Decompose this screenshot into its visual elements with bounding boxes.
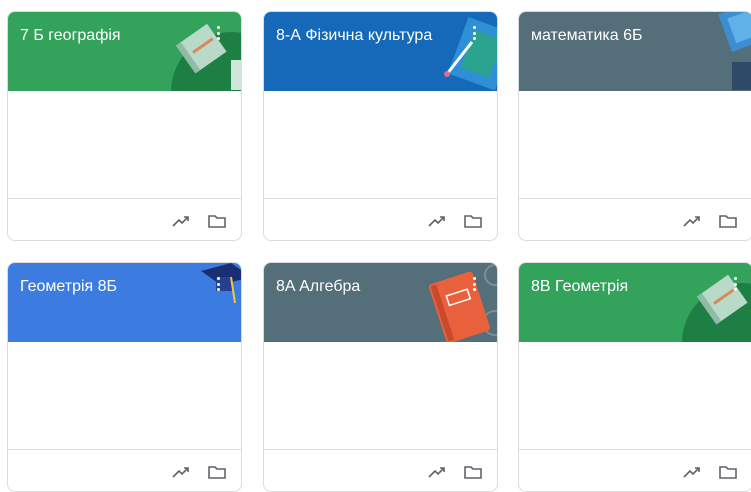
course-title[interactable]: 8-А Фізична культура — [276, 27, 432, 45]
trending-up-icon[interactable] — [171, 212, 191, 230]
course-banner[interactable]: математика 6Б — [519, 12, 751, 91]
course-card[interactable]: Геометрія 8Б — [7, 262, 242, 492]
course-card[interactable]: 8A Алгебра — [263, 262, 498, 492]
card-footer — [8, 198, 241, 240]
course-title[interactable]: математика 6Б — [531, 27, 643, 45]
trending-up-icon[interactable] — [427, 212, 447, 230]
book-illustration — [171, 23, 241, 91]
notebook-illustration — [428, 264, 497, 342]
course-banner[interactable]: Геометрія 8Б — [8, 263, 241, 342]
folder-icon[interactable] — [207, 463, 227, 481]
trending-up-icon[interactable] — [682, 463, 702, 481]
course-banner[interactable]: 8A Алгебра — [264, 263, 497, 342]
course-card[interactable]: математика 6Б — [518, 11, 751, 241]
tablet-illustration — [718, 12, 751, 90]
course-title[interactable]: 7 Б географія — [20, 27, 121, 45]
course-banner[interactable]: 8-А Фізична культура — [264, 12, 497, 91]
more-vert-icon[interactable] — [471, 24, 477, 42]
card-footer — [519, 449, 751, 491]
more-vert-icon[interactable] — [732, 275, 738, 293]
card-footer — [8, 449, 241, 491]
folder-icon[interactable] — [463, 463, 483, 481]
card-footer — [264, 198, 497, 240]
course-banner[interactable]: 7 Б географія — [8, 12, 241, 91]
course-title[interactable]: Геометрія 8Б — [20, 278, 117, 296]
folder-icon[interactable] — [718, 212, 738, 230]
course-card[interactable]: 7 Б географія — [7, 11, 242, 241]
course-card[interactable]: 8B Геометрія — [518, 262, 751, 492]
trending-up-icon[interactable] — [682, 212, 702, 230]
sports-illustration — [444, 16, 497, 91]
course-banner[interactable]: 8B Геометрія — [519, 263, 751, 342]
trending-up-icon[interactable] — [171, 463, 191, 481]
trending-up-icon[interactable] — [427, 463, 447, 481]
more-vert-icon[interactable] — [471, 275, 477, 293]
classes-page: { "courses": [ {"title": "7 Б географія"… — [0, 0, 751, 492]
course-title[interactable]: 8A Алгебра — [276, 278, 360, 296]
more-vert-icon[interactable] — [215, 24, 221, 42]
graduation-cap-illustration — [201, 263, 241, 304]
folder-icon[interactable] — [463, 212, 483, 230]
folder-icon[interactable] — [207, 212, 227, 230]
course-card[interactable]: 8-А Фізична культура — [263, 11, 498, 241]
card-footer — [264, 449, 497, 491]
folder-icon[interactable] — [718, 463, 738, 481]
card-footer — [519, 198, 751, 240]
course-title[interactable]: 8B Геометрія — [531, 278, 628, 296]
more-vert-icon[interactable] — [215, 275, 221, 293]
